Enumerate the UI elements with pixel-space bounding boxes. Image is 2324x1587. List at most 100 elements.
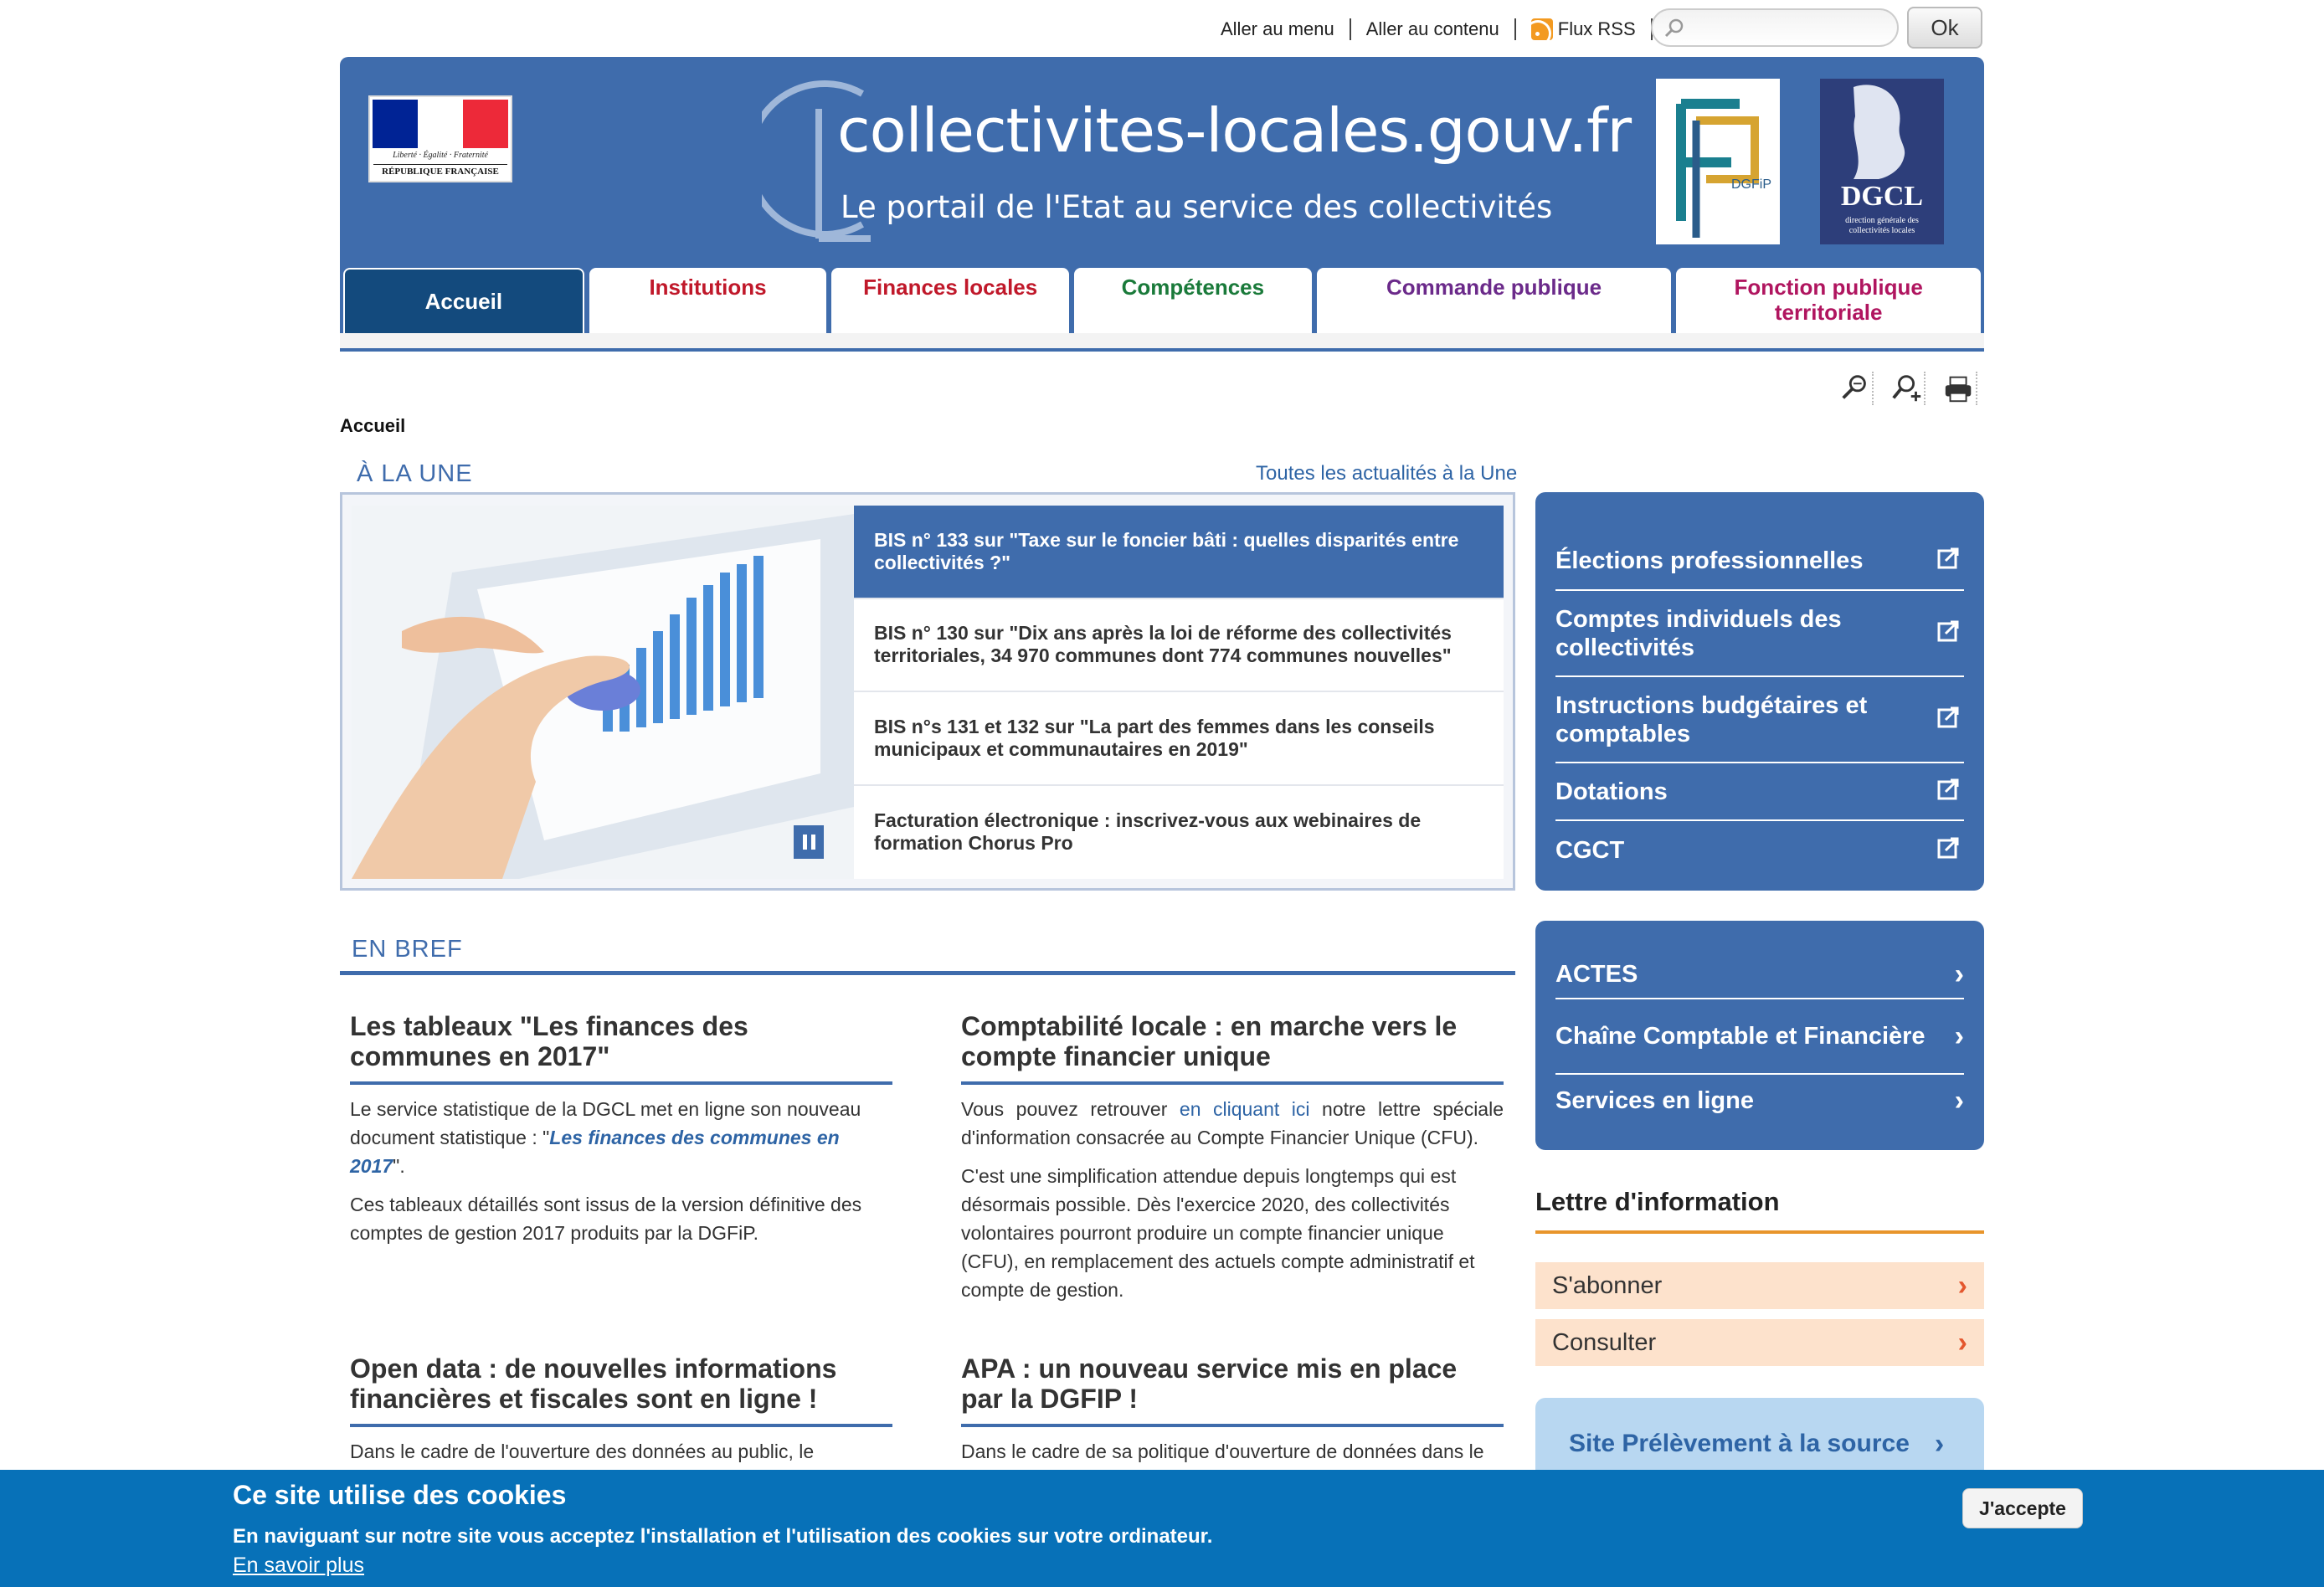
tab-competences[interactable]: Compétences [1074, 268, 1312, 333]
external-link-icon [1937, 620, 1959, 641]
subscribe-label: S'abonner [1552, 1271, 1663, 1299]
bref-divider [340, 971, 1515, 975]
une-title: À LA UNE [357, 460, 473, 487]
article-link[interactable]: en cliquant ici [1180, 1098, 1310, 1120]
article-title[interactable]: APA : un nouveau service mis en place pa… [961, 1353, 1504, 1427]
bref-article: Open data : de nouvelles informations fi… [350, 1353, 892, 1466]
dgfip-logo[interactable]: DGFiP [1656, 79, 1780, 244]
dgcl-sub: direction générale des collectivités loc… [1845, 216, 1919, 235]
zoom-in-icon[interactable] [1890, 372, 1926, 405]
chevron-right-icon: › [1957, 1326, 1967, 1358]
quick-link-elections[interactable]: Élections professionnelles [1555, 532, 1964, 591]
service-link-chaine[interactable]: Chaîne Comptable et Financière › [1555, 999, 1964, 1075]
external-link-icon [1937, 547, 1959, 569]
dgfip-emblem-icon [1676, 99, 1759, 238]
quick-link-label: Instructions budgétaires et comptables [1555, 691, 1868, 747]
quick-link-label: Dotations [1555, 778, 1668, 805]
site-title[interactable]: collectivites-locales.gouv.fr [837, 95, 1632, 166]
main-nav: Accueil Institutions Finances locales Co… [343, 268, 1982, 333]
print-icon[interactable] [1942, 372, 1977, 405]
skip-to-content-link[interactable]: Aller au contenu [1351, 18, 1516, 40]
skip-to-menu-link[interactable]: Aller au menu [1206, 18, 1351, 40]
service-link-services[interactable]: Services en ligne › [1555, 1075, 1964, 1127]
bref-title: EN BREF [352, 936, 463, 963]
rss-icon [1530, 18, 1553, 40]
article-text: Le service statistique de la DGCL met en… [350, 1098, 861, 1177]
tab-fonction-publique[interactable]: Fonction publique territoriale [1676, 268, 1982, 333]
top-links: Aller au menu Aller au contenu Flux RSS [1206, 15, 1653, 44]
article-title[interactable]: Open data : de nouvelles informations fi… [350, 1353, 892, 1427]
carousel-pause-button[interactable] [794, 825, 824, 859]
article-text: Vous pouvez retrouver en cliquant ici no… [961, 1098, 1504, 1148]
search-input[interactable] [1691, 15, 1884, 40]
quick-link-label: Comptes individuels des collectivités [1555, 605, 1842, 661]
quick-link-dotations[interactable]: Dotations [1555, 763, 1964, 821]
tab-commande-publique[interactable]: Commande publique [1316, 268, 1672, 333]
chevron-right-icon: › [1954, 958, 1964, 990]
tab-accueil[interactable]: Accueil [343, 268, 584, 333]
article-text: Ces tableaux détaillés sont issus de la … [350, 1194, 862, 1244]
service-link-label: ACTES [1555, 961, 1638, 988]
dgfip-label: DGFiP [1731, 177, 1771, 192]
cookie-banner: Ce site utilise des cookies En naviguant… [0, 1470, 2324, 1587]
zoom-out-icon[interactable] [1838, 372, 1874, 405]
service-link-label: Chaîne Comptable et Financière [1555, 1023, 1926, 1050]
article-text: Dans le cadre de l'ouverture des données… [350, 1441, 815, 1462]
marianne-rf: RÉPUBLIQUE FRANÇAISE [373, 164, 507, 177]
page-tools [1838, 372, 1977, 405]
chevron-right-icon: › [1957, 1269, 1967, 1302]
quick-link-label: CGCT [1555, 836, 1625, 864]
une-image[interactable] [352, 506, 854, 879]
une-item[interactable]: BIS n° 133 sur "Taxe sur le foncier bâti… [854, 506, 1504, 599]
newsletter-divider [1535, 1230, 1984, 1234]
une-all-link[interactable]: Toutes les actualités à la Une [1256, 462, 1517, 485]
quick-link-cgct[interactable]: CGCT [1555, 821, 1964, 879]
cookie-accept-button[interactable]: J'accepte [1962, 1488, 2083, 1528]
quick-link-instructions[interactable]: Instructions budgétaires et comptables [1555, 677, 1964, 763]
search-button[interactable]: Ok [1907, 7, 1982, 49]
tab-institutions[interactable]: Institutions [589, 268, 827, 333]
marianne-profile-icon [1854, 85, 1905, 179]
article-title[interactable]: Les tableaux "Les finances des communes … [350, 1011, 892, 1085]
service-link-actes[interactable]: ACTES › [1555, 951, 1964, 999]
quick-link-label: Élections professionnelles [1555, 547, 1864, 574]
tablet-chart-illustration [352, 506, 854, 879]
cookie-more-link[interactable]: En savoir plus [233, 1554, 364, 1578]
quick-link-comptes[interactable]: Comptes individuels des collectivités [1555, 591, 1964, 677]
bref-article: APA : un nouveau service mis en place pa… [961, 1353, 1504, 1466]
tricolor-flag [373, 100, 508, 148]
bref-article: Comptabilité locale : en marche vers le … [961, 1011, 1504, 1304]
breadcrumb: Accueil [340, 415, 406, 436]
rss-link[interactable]: Flux RSS [1516, 18, 1653, 40]
nav-underline [340, 333, 1984, 350]
site-tagline: Le portail de l'Etat au service des coll… [841, 189, 1553, 225]
marianne-motto: Liberté · Égalité · Fraternité [393, 151, 488, 160]
external-link-icon [1937, 706, 1959, 727]
une-item[interactable]: BIS n° 130 sur "Dix ans après la loi de … [854, 598, 1504, 692]
prelevement-label: Site Prélèvement à la source [1569, 1430, 1910, 1457]
quick-links-panel: Élections professionnelles Comptes indiv… [1535, 492, 1984, 891]
marianne-logo[interactable]: Liberté · Égalité · Fraternité RÉPUBLIQU… [368, 95, 512, 182]
dgcl-label: DGCL [1840, 181, 1924, 212]
une-item[interactable]: Facturation électronique : inscrivez-vou… [854, 785, 1504, 879]
newsletter-subscribe-button[interactable]: S'abonner › [1535, 1262, 1984, 1309]
consult-label: Consulter [1552, 1328, 1657, 1356]
bref-article: Les tableaux "Les finances des communes … [350, 1011, 892, 1247]
article-text: Dans le cadre de sa politique d'ouvertur… [961, 1441, 1484, 1462]
une-list: BIS n° 133 sur "Taxe sur le foncier bâti… [854, 506, 1504, 879]
une-item[interactable]: BIS n°s 131 et 132 sur "La part des femm… [854, 692, 1504, 786]
service-link-label: Services en ligne [1555, 1087, 1754, 1114]
search-box [1651, 8, 1899, 47]
tab-finances-locales[interactable]: Finances locales [831, 268, 1070, 333]
newsletter-consult-button[interactable]: Consulter › [1535, 1319, 1984, 1366]
chevron-right-icon: › [1954, 1020, 1964, 1052]
cookie-description: En naviguant sur notre site vous accepte… [233, 1525, 1213, 1548]
article-title[interactable]: Comptabilité locale : en marche vers le … [961, 1011, 1504, 1085]
search-icon [1664, 18, 1684, 38]
services-panel: ACTES › Chaîne Comptable et Financière ›… [1535, 921, 1984, 1150]
external-link-icon [1937, 778, 1959, 799]
dgcl-logo[interactable]: DGCL direction générale des collectivité… [1820, 79, 1944, 244]
article-text: C'est une simplification attendue depuis… [961, 1165, 1475, 1301]
cookie-title: Ce site utilise des cookies [233, 1480, 567, 1510]
newsletter-title: Lettre d'information [1535, 1187, 1780, 1216]
